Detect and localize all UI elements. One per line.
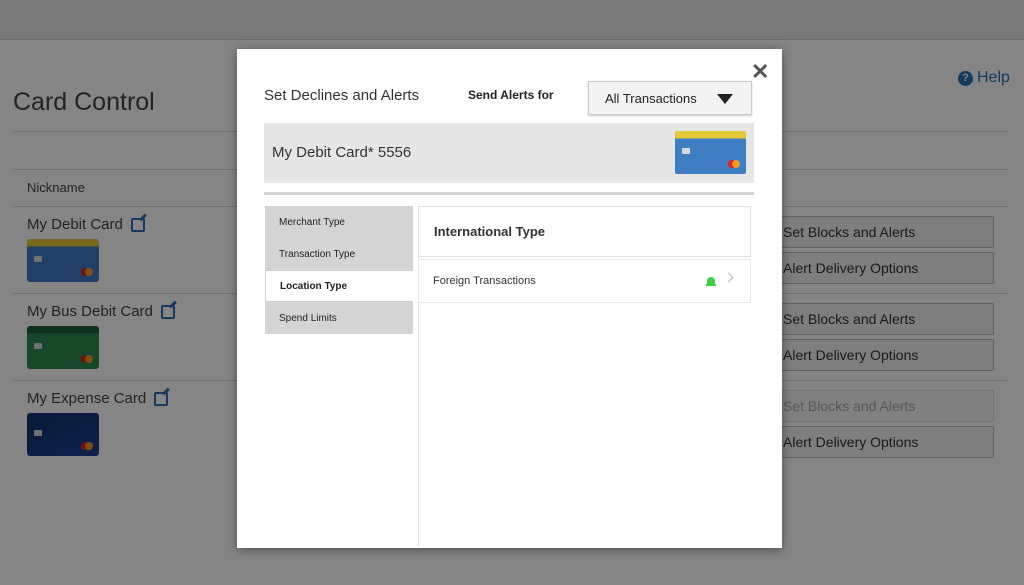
bell-icon[interactable] xyxy=(706,277,716,287)
tab-transaction-type[interactable]: Transaction Type xyxy=(265,238,413,270)
tab-location-type[interactable]: Location Type xyxy=(265,270,413,302)
send-alerts-select[interactable]: All Transactions xyxy=(588,81,752,115)
chevron-right-icon[interactable] xyxy=(723,272,734,283)
category-tabs: Merchant Type Transaction Type Location … xyxy=(265,206,413,334)
send-alerts-label: Send Alerts for xyxy=(468,88,554,102)
tab-merchant-type[interactable]: Merchant Type xyxy=(265,206,413,238)
card-image xyxy=(675,131,746,174)
list-item[interactable]: Foreign Transactions xyxy=(418,259,751,303)
select-value: All Transactions xyxy=(605,90,697,106)
divider xyxy=(418,206,419,546)
section-title: International Type xyxy=(418,206,751,257)
row-label: Foreign Transactions xyxy=(433,275,536,287)
selected-card-label: My Debit Card* 5556 xyxy=(272,144,412,161)
caret-down-icon xyxy=(717,94,733,104)
selected-card-banner: My Debit Card* 5556 xyxy=(264,123,754,183)
tab-spend-limits[interactable]: Spend Limits xyxy=(265,302,413,334)
declines-alerts-modal: ✕ Set Declines and Alerts Send Alerts fo… xyxy=(237,49,782,548)
modal-title: Set Declines and Alerts xyxy=(264,87,420,104)
divider xyxy=(264,192,754,195)
close-icon[interactable]: ✕ xyxy=(751,59,769,85)
